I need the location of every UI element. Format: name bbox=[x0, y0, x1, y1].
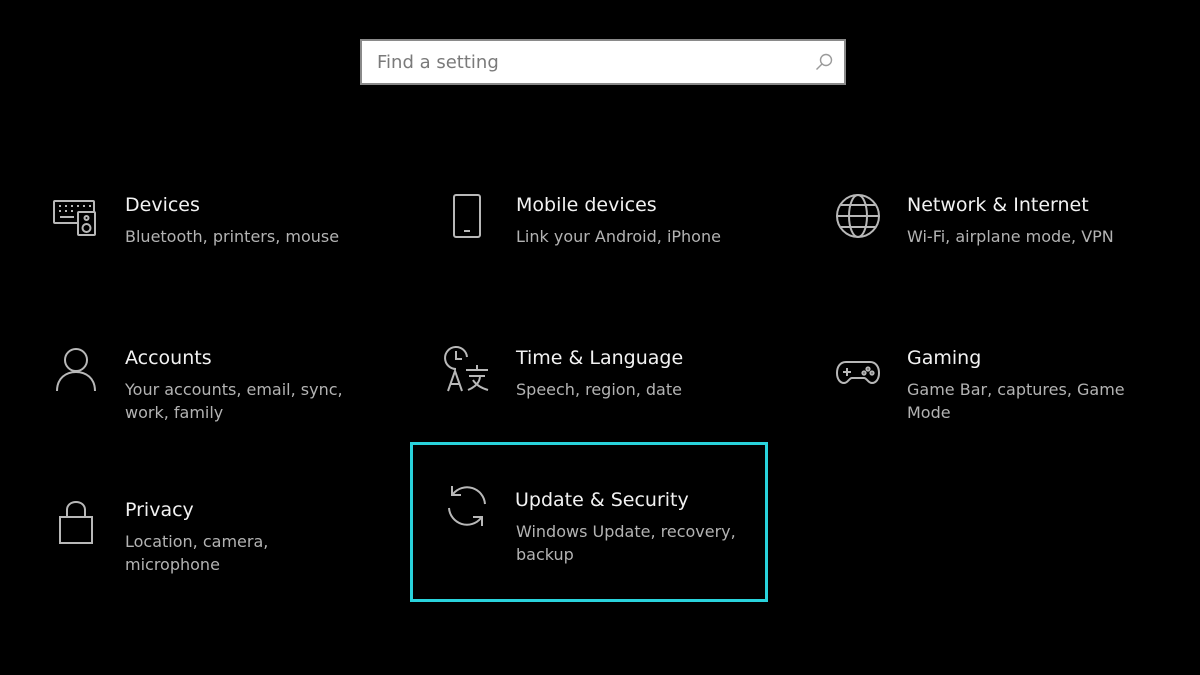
person-icon bbox=[52, 345, 100, 393]
search-input[interactable] bbox=[362, 41, 804, 83]
globe-icon bbox=[834, 192, 882, 240]
tile-description: Windows Update, recovery, backup bbox=[516, 522, 736, 564]
time-language-icon bbox=[443, 345, 491, 393]
search-box[interactable] bbox=[360, 39, 846, 85]
lock-icon bbox=[52, 497, 100, 545]
tile-update-security[interactable]: Update & Security Windows Update, recove… bbox=[410, 442, 768, 602]
tile-title: Network & Internet bbox=[907, 194, 1089, 216]
search-icon bbox=[814, 52, 834, 72]
tile-mobile-devices[interactable]: Mobile devices Link your Android, iPhone bbox=[403, 172, 761, 328]
tile-title: Devices bbox=[125, 194, 200, 216]
tile-accounts[interactable]: Accounts Your accounts, email, sync, wor… bbox=[12, 325, 370, 481]
sync-icon bbox=[443, 482, 491, 530]
tile-privacy[interactable]: Privacy Location, camera, microphone bbox=[12, 477, 370, 633]
gamepad-icon bbox=[834, 345, 882, 393]
tile-title: Accounts bbox=[125, 347, 212, 369]
tile-title: Time & Language bbox=[516, 347, 684, 369]
tile-description: Bluetooth, printers, mouse bbox=[125, 227, 340, 246]
tile-description: Location, camera, microphone bbox=[125, 532, 269, 574]
tile-description: Speech, region, date bbox=[516, 380, 682, 399]
tile-gaming[interactable]: Gaming Game Bar, captures, Game Mode bbox=[794, 325, 1152, 481]
tile-description: Your accounts, email, sync, work, family bbox=[125, 380, 343, 422]
tile-title: Update & Security bbox=[515, 489, 689, 511]
tile-description: Game Bar, captures, Game Mode bbox=[907, 380, 1125, 422]
phone-icon bbox=[443, 192, 491, 240]
tile-title: Gaming bbox=[907, 347, 982, 369]
tile-description: Link your Android, iPhone bbox=[516, 227, 721, 246]
settings-home: Devices Bluetooth, printers, mouse Mobil… bbox=[0, 0, 1200, 675]
tile-title: Privacy bbox=[125, 499, 194, 521]
search-button[interactable] bbox=[804, 41, 844, 83]
tile-network-internet[interactable]: Network & Internet Wi-Fi, airplane mode,… bbox=[794, 172, 1152, 328]
tile-devices[interactable]: Devices Bluetooth, printers, mouse bbox=[12, 172, 370, 328]
devices-icon bbox=[52, 192, 100, 240]
tile-description: Wi-Fi, airplane mode, VPN bbox=[907, 227, 1114, 246]
tile-title: Mobile devices bbox=[516, 194, 657, 216]
